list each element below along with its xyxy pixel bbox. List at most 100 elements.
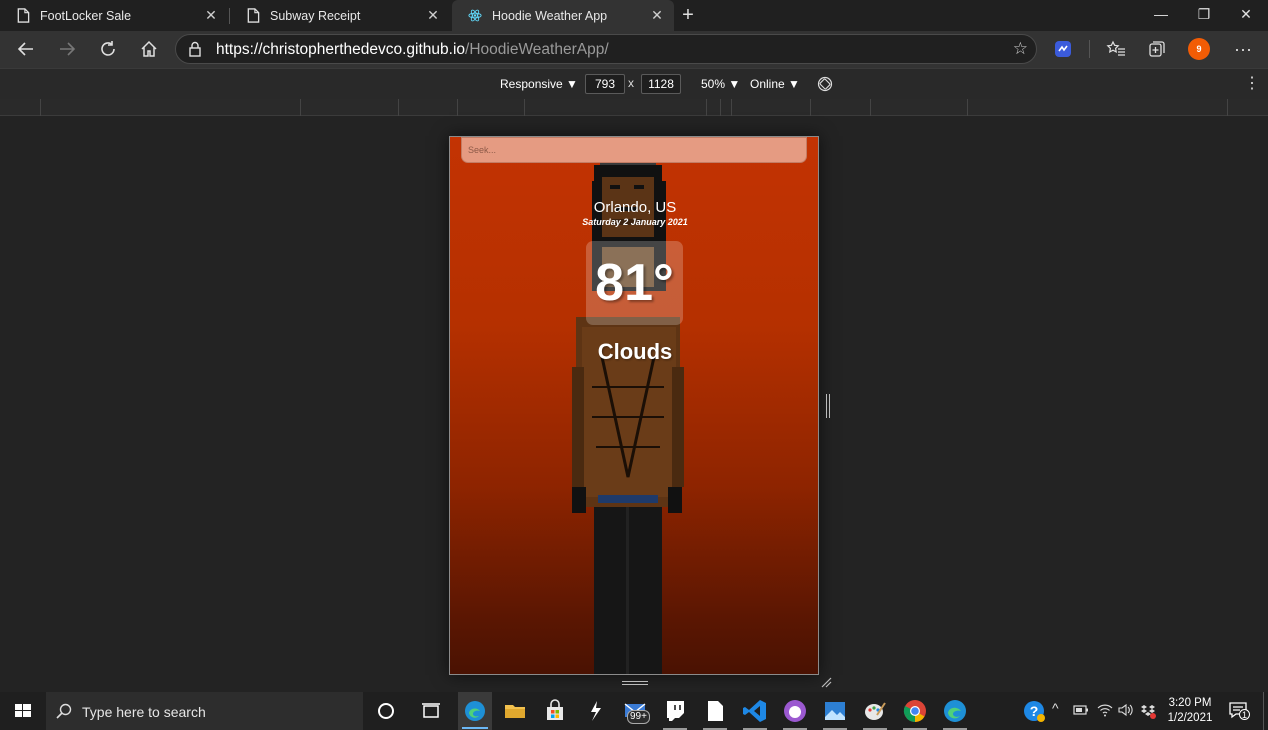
taskbar-search-box[interactable]: Type here to search xyxy=(46,692,363,730)
home-button[interactable] xyxy=(135,36,163,62)
active-indicator xyxy=(462,727,488,729)
volume-icon[interactable] xyxy=(1118,703,1134,717)
close-window-button[interactable]: ✕ xyxy=(1225,0,1267,31)
github-icon xyxy=(784,700,806,722)
rotate-icon[interactable] xyxy=(817,76,833,92)
city-search-input[interactable] xyxy=(462,138,806,162)
windows-start-icon[interactable] xyxy=(0,692,46,730)
date-label: Saturday 2 January 2021 xyxy=(582,217,688,227)
tab-footlocker-sale[interactable]: FootLocker Sale ✕ xyxy=(0,0,228,31)
hoodie-character-image xyxy=(572,157,684,674)
extension-icon[interactable] xyxy=(1053,39,1073,59)
notification-count: 1 xyxy=(1239,709,1250,720)
help-icon[interactable]: ? xyxy=(1020,697,1048,725)
twitch-icon xyxy=(667,701,684,721)
svg-text:?: ? xyxy=(1030,703,1039,719)
forward-button[interactable] xyxy=(53,36,81,62)
tab-subway-receipt[interactable]: Subway Receipt ✕ xyxy=(230,0,450,31)
media-query-bar[interactable] xyxy=(0,99,1268,116)
github-desktop-taskbar-button[interactable] xyxy=(781,697,809,730)
arrow-right-icon xyxy=(60,42,76,56)
cortana-icon[interactable] xyxy=(372,697,400,725)
url-host: https://christopherthedevco.github.io xyxy=(216,41,466,58)
favorite-star-icon[interactable]: ☆ xyxy=(1013,39,1028,59)
action-center-button[interactable]: 1 xyxy=(1228,700,1250,720)
dimension-separator: x xyxy=(628,76,634,90)
emulated-page: Orlando, US Saturday 2 January 2021 81° … xyxy=(449,136,819,675)
settings-menu-button[interactable]: ··· xyxy=(1229,36,1257,62)
mail-taskbar-button[interactable]: 99+ xyxy=(621,697,650,725)
edge-taskbar-button-2[interactable] xyxy=(941,697,969,730)
notepad-taskbar-button[interactable] xyxy=(701,697,729,730)
favorites-icon[interactable] xyxy=(1106,39,1126,59)
address-bar[interactable]: https://christopherthedevco.github.io/Ho… xyxy=(175,34,1037,64)
system-clock[interactable]: 3:20 PM 1/2/2021 xyxy=(1164,696,1216,726)
home-icon xyxy=(141,40,157,57)
chrome-taskbar-button[interactable] xyxy=(901,697,929,730)
paint-icon xyxy=(865,702,886,720)
show-desktop-button[interactable] xyxy=(1263,692,1268,730)
lock-icon xyxy=(189,41,201,57)
page-icon xyxy=(247,8,260,23)
chrome-icon xyxy=(903,700,926,722)
edge-icon xyxy=(465,701,485,721)
new-tab-button[interactable]: + xyxy=(679,5,697,25)
edge-taskbar-button[interactable] xyxy=(458,692,492,730)
task-view-icon[interactable] xyxy=(417,697,445,725)
refresh-button[interactable] xyxy=(94,36,122,62)
minimize-button[interactable]: — xyxy=(1140,0,1182,31)
viewport-width-input[interactable]: 793 xyxy=(585,74,625,94)
photos-taskbar-button[interactable] xyxy=(821,697,849,730)
windows-taskbar: Type here to search 99+ ? ^ 3:20 PM 1/2/… xyxy=(0,692,1268,730)
more-options-icon[interactable]: ⋮ xyxy=(1244,76,1260,92)
search-icon xyxy=(56,703,72,719)
vscode-taskbar-button[interactable] xyxy=(741,697,769,730)
battery-icon[interactable] xyxy=(1073,704,1089,716)
document-icon xyxy=(708,701,723,721)
toolbar-divider xyxy=(1089,40,1090,58)
winamp-icon[interactable] xyxy=(581,697,609,725)
wifi-icon[interactable] xyxy=(1097,703,1113,717)
file-explorer-icon[interactable] xyxy=(501,697,529,725)
page-icon xyxy=(17,8,30,23)
tab-title: Hoodie Weather App xyxy=(492,8,608,23)
navigation-bar: https://christopherthedevco.github.io/Ho… xyxy=(0,31,1268,68)
react-icon xyxy=(468,9,482,22)
location-label: Orlando, US xyxy=(593,199,677,216)
paint-taskbar-button[interactable] xyxy=(861,697,889,730)
dropbox-icon[interactable] xyxy=(1140,703,1156,719)
edge-icon xyxy=(944,700,966,722)
tab-strip: FootLocker Sale ✕ Subway Receipt ✕ Hoodi… xyxy=(0,0,1268,31)
temperature-card: 81° xyxy=(586,241,683,325)
close-icon[interactable]: ✕ xyxy=(204,8,218,22)
mail-badge: 99+ xyxy=(627,710,650,724)
arrow-left-icon xyxy=(17,42,33,56)
photos-icon xyxy=(825,702,845,720)
resize-handle-right[interactable] xyxy=(825,394,831,418)
resize-handle-bottom[interactable] xyxy=(622,680,648,686)
throttle-dropdown[interactable]: Online ▼ xyxy=(750,77,800,91)
weather-condition: Clouds xyxy=(597,339,673,364)
twitch-taskbar-button[interactable] xyxy=(661,697,689,730)
zoom-dropdown[interactable]: 50% ▼ xyxy=(701,77,740,91)
url-path: /HoodieWeatherApp/ xyxy=(465,41,609,58)
url-text[interactable]: https://christopherthedevco.github.io/Ho… xyxy=(216,41,609,59)
clock-time: 3:20 PM xyxy=(1168,697,1212,709)
resize-handle-corner[interactable] xyxy=(820,676,832,688)
chevron-up-icon[interactable]: ^ xyxy=(1052,700,1059,716)
profile-avatar[interactable]: 9 xyxy=(1188,38,1210,60)
restore-button[interactable]: ❐ xyxy=(1183,0,1225,31)
tab-hoodie-weather-app[interactable]: Hoodie Weather App ✕ xyxy=(452,0,674,31)
close-icon[interactable]: ✕ xyxy=(426,8,440,22)
clock-date: 1/2/2021 xyxy=(1167,712,1213,724)
collections-icon[interactable] xyxy=(1147,39,1167,59)
viewport-height-input[interactable]: 1128 xyxy=(641,74,681,94)
search-bar[interactable] xyxy=(461,137,807,163)
temperature-value: 81° xyxy=(595,254,674,312)
devtools-device-toolbar: Responsive ▼ 793 x 1128 50% ▼ Online ▼ ⋮ xyxy=(0,68,1268,99)
back-button[interactable] xyxy=(12,36,40,62)
microsoft-store-icon[interactable] xyxy=(541,697,569,725)
close-icon[interactable]: ✕ xyxy=(650,8,664,22)
devtools-viewport-stage: Orlando, US Saturday 2 January 2021 81° … xyxy=(0,116,1268,692)
device-mode-dropdown[interactable]: Responsive ▼ xyxy=(500,77,578,91)
